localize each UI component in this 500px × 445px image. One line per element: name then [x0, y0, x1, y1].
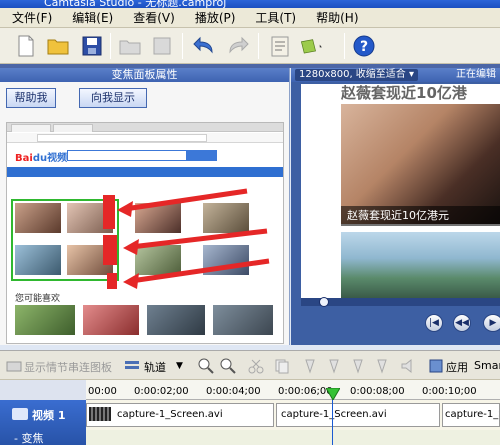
timeline-clip[interactable]: capture-1_Screen.avi	[86, 403, 274, 427]
section-label: 您可能喜欢	[15, 294, 61, 304]
scrubber-handle[interactable]	[319, 297, 329, 307]
timeline-toolbar: 显示情节串连图板 轨道 ▼ 应用 Smart	[0, 350, 500, 380]
marker-icon[interactable]	[302, 358, 318, 374]
menu-bar: 文件(F) 编辑(E) 查看(V) 播放(P) 工具(T) 帮助(H)	[0, 8, 500, 28]
menu-play[interactable]: 播放(P)	[195, 9, 236, 26]
zoom-in-icon[interactable]	[198, 358, 214, 374]
extend-icon[interactable]	[374, 358, 390, 374]
smart-focus-button[interactable]: Smart	[474, 359, 500, 372]
time-tick: 0:00:02;00	[134, 386, 189, 397]
ruler-header	[0, 380, 86, 400]
arrow-head	[123, 273, 139, 289]
rewind-to-start-icon[interactable]: |◀	[425, 314, 443, 332]
time-tick: 0:00:06;00	[278, 386, 333, 397]
resolution-dropdown[interactable]: 1280x800, 收缩至适合 ▾	[295, 69, 419, 81]
produce-icon[interactable]	[300, 34, 334, 58]
track2-label[interactable]: - 变焦	[14, 430, 43, 445]
preview-status: 正在编辑	[456, 69, 496, 80]
red-arrow	[124, 188, 248, 212]
preview-panel: 1280x800, 收缩至适合 ▾ 正在编辑 赵薇套现近10亿港 赵薇套现近10…	[291, 68, 500, 345]
show-me-button[interactable]: 向我显示	[79, 88, 147, 108]
video-thumbnail	[213, 305, 273, 335]
window-title: Camtasia Studio - 无标题.camproj	[44, 0, 227, 8]
menu-edit[interactable]: 编辑(E)	[72, 9, 113, 26]
video-thumbnail	[15, 305, 75, 335]
help-icon[interactable]: ?	[352, 34, 376, 58]
timeline-ruler[interactable]: 00:00 0:00:02;00 0:00:04;00 0:00:06;00 0…	[0, 380, 500, 400]
arrow-head	[117, 201, 133, 217]
menu-file[interactable]: 文件(F)	[12, 9, 52, 26]
preview-caption: 赵薇套现近10亿港元	[341, 206, 500, 226]
menu-help[interactable]: 帮助(H)	[316, 9, 358, 26]
time-tick: 00:00	[88, 386, 117, 397]
track-icon	[12, 408, 28, 420]
help-me-button[interactable]: 帮助我	[6, 88, 56, 108]
show-storyboard-button[interactable]: 显示情节串连图板	[24, 359, 112, 375]
time-tick: 0:00:10;00	[422, 386, 477, 397]
split-icon[interactable]	[350, 358, 366, 374]
export-icon[interactable]	[150, 34, 174, 58]
chevron-down-icon[interactable]: ▼	[176, 361, 183, 371]
copy-icon[interactable]	[274, 358, 290, 374]
new-file-icon[interactable]	[14, 34, 38, 58]
undo-icon[interactable]	[192, 34, 216, 58]
redo-icon[interactable]	[226, 34, 250, 58]
zoom-track	[86, 430, 500, 445]
svg-text:?: ?	[360, 39, 368, 55]
red-arrow	[130, 228, 268, 250]
menu-tools[interactable]: 工具(T)	[255, 9, 296, 26]
zoom-out-icon[interactable]	[220, 358, 236, 374]
apply-icon	[429, 359, 443, 373]
save-icon[interactable]	[80, 34, 104, 58]
preview-headline: 赵薇套现近10亿港	[341, 84, 467, 102]
preview-header: 1280x800, 收缩至适合 ▾ 正在编辑	[291, 68, 500, 82]
time-tick: 0:00:08;00	[350, 386, 405, 397]
apply-button[interactable]: 应用	[446, 359, 468, 375]
playhead-marker-icon[interactable]	[326, 388, 340, 400]
marker-icon[interactable]	[326, 358, 342, 374]
zoom-preview-frame[interactable]: Baidu视频 您可能喜欢	[6, 122, 284, 344]
import-icon[interactable]	[118, 34, 142, 58]
rewind-icon[interactable]: ◀◀	[453, 314, 471, 332]
main-toolbar: ?	[0, 28, 500, 64]
red-arrow	[130, 258, 270, 284]
preview-canvas[interactable]: 赵薇套现近10亿港 赵薇套现近10亿港元	[301, 84, 500, 298]
video-thumbnail	[83, 305, 139, 335]
playhead-line	[332, 398, 333, 445]
cut-icon[interactable]	[248, 358, 264, 374]
zoom-properties-panel: 变焦面板属性 帮助我 向我显示 Baidu视频 您可能喜欢	[0, 68, 290, 345]
audio-icon[interactable]	[400, 358, 416, 374]
panel-title: 变焦面板属性	[0, 68, 289, 82]
tracks-button[interactable]: 轨道	[144, 359, 166, 375]
timeline-clip[interactable]: capture-1_Screen.avi	[276, 403, 440, 427]
arrow-head	[123, 239, 139, 255]
track1-label[interactable]: 视频 1	[32, 407, 65, 423]
track-header: 视频 1 - 变焦	[0, 400, 86, 445]
video-thumbnail	[147, 305, 205, 335]
preview-photo	[341, 232, 500, 298]
open-folder-icon[interactable]	[46, 34, 70, 58]
tracks-icon	[125, 361, 139, 369]
clipboard-icon[interactable]	[268, 34, 292, 58]
menu-view[interactable]: 查看(V)	[133, 9, 175, 26]
filmstrip-icon	[89, 407, 111, 421]
window-titlebar: Camtasia Studio - 无标题.camproj	[0, 0, 500, 8]
preview-scrubber[interactable]	[301, 298, 500, 306]
play-icon[interactable]: ▶	[483, 314, 500, 332]
storyboard-icon	[6, 361, 22, 372]
timeline-clip[interactable]: capture-1_Scr	[442, 403, 500, 427]
time-tick: 0:00:04;00	[206, 386, 261, 397]
